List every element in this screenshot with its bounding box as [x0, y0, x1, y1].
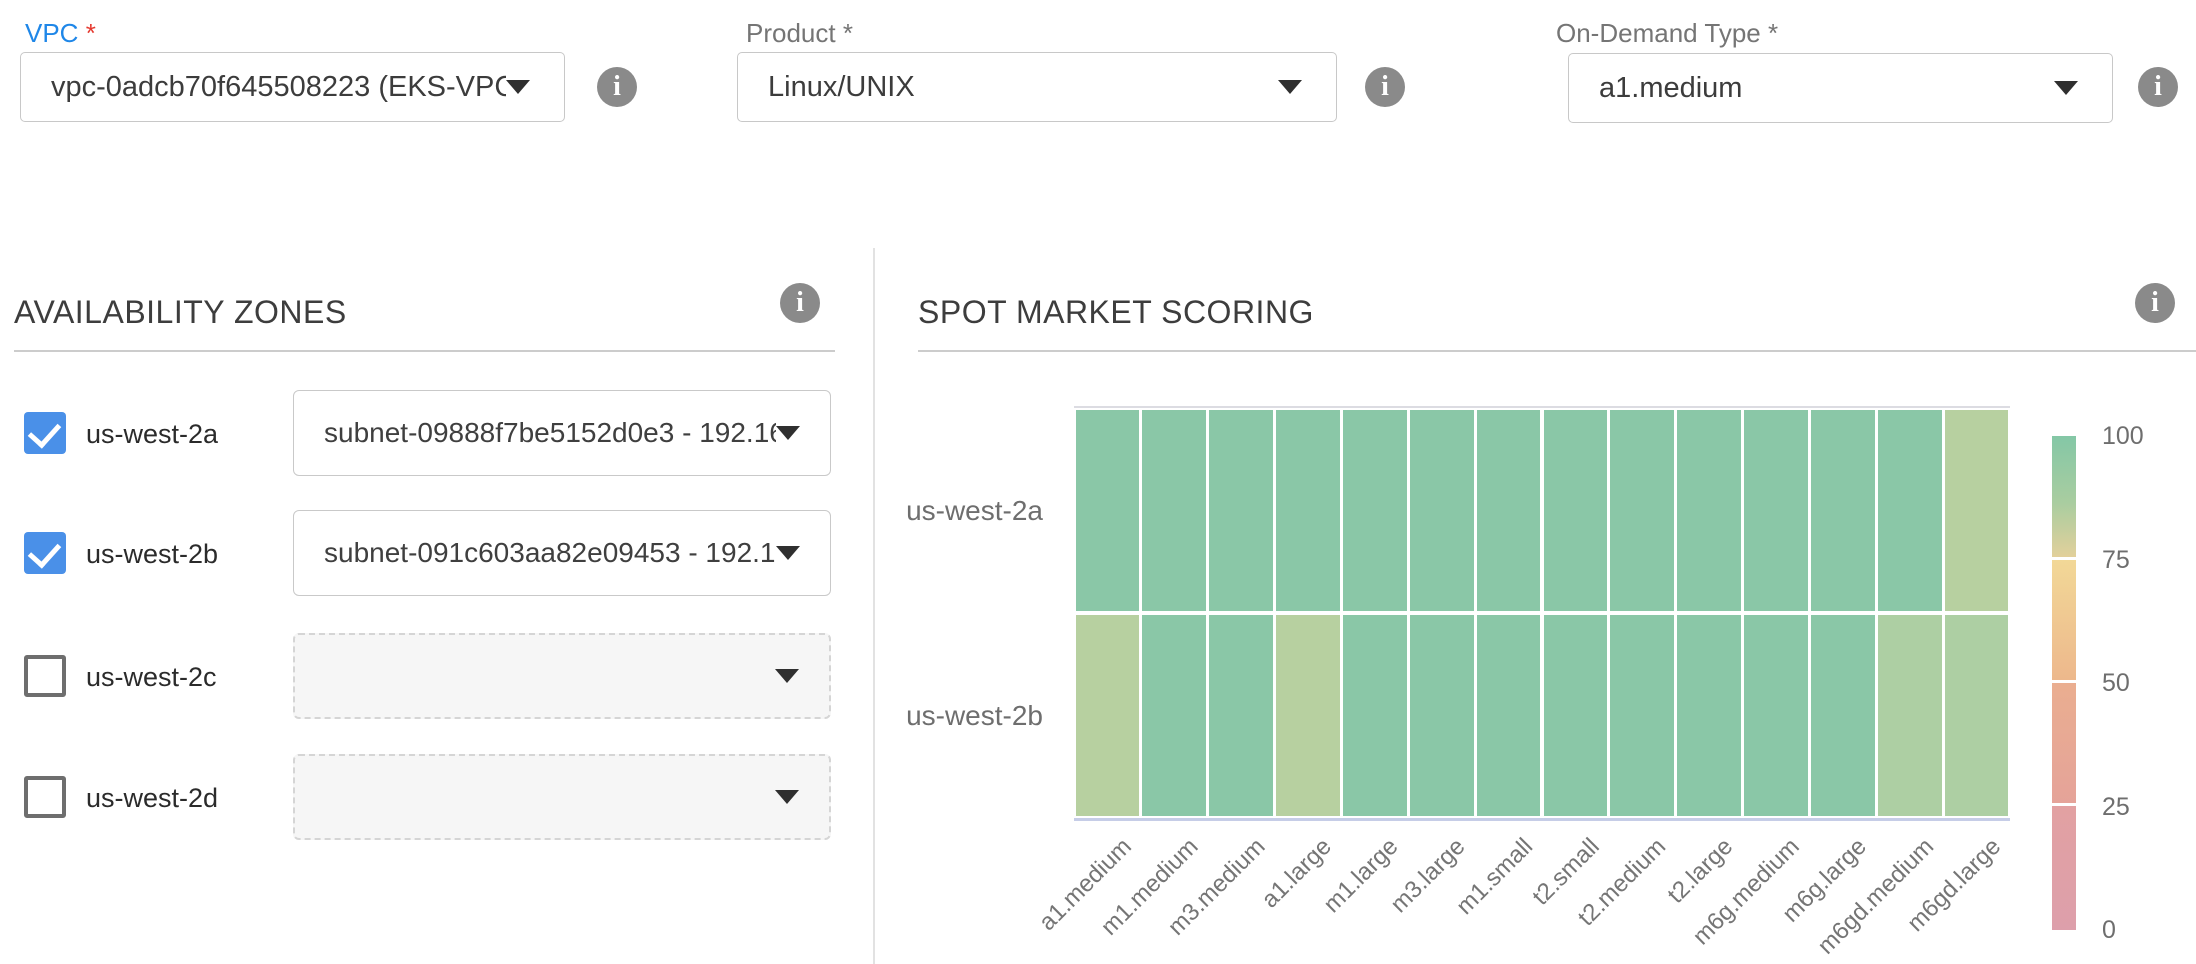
chevron-down-icon [1278, 80, 1302, 94]
chevron-down-icon [775, 669, 799, 683]
chevron-down-icon [2054, 81, 2078, 95]
on-demand-type-dropdown-value: a1.medium [1569, 72, 2054, 105]
heatmap-cell-us-west-2b-m1.small [1477, 615, 1541, 816]
colorbar-segment-50-25 [2052, 683, 2076, 803]
colorbar-tick-50: 50 [2102, 668, 2130, 698]
az-checkbox-us-west-2a[interactable] [24, 412, 66, 454]
heatmap-cell-us-west-2b-m1.medium [1142, 615, 1206, 816]
spot-market-scoring-info-icon[interactable] [2135, 283, 2175, 323]
spot-market-scoring-divider [918, 350, 2196, 352]
vpc-info-icon[interactable] [597, 67, 637, 107]
colorbar-segment-100-75 [2052, 436, 2076, 557]
heatmap-cell-us-west-2b-a1.large [1276, 615, 1340, 816]
product-dropdown[interactable]: Linux/UNIX [737, 52, 1337, 122]
subnet-dropdown-value: subnet-091c603aa82e09453 - 192.168… [294, 537, 776, 569]
heatmap-cell-us-west-2b-a1.medium [1076, 615, 1140, 816]
availability-zones-info-icon[interactable] [780, 283, 820, 323]
product-label: Product * [746, 18, 853, 49]
subnet-dropdown-us-west-2a[interactable]: subnet-09888f7be5152d0e3 - 192.168… [293, 390, 831, 476]
heatmap-cell-us-west-2b-m3.large [1410, 615, 1474, 816]
vpc-dropdown-value: vpc-0adcb70f645508223 (EKS-VPC) [21, 71, 506, 104]
heatmap-cell-us-west-2b-t2.medium [1610, 615, 1674, 816]
heatmap-cell-us-west-2a-m3.medium [1209, 410, 1273, 611]
availability-zones-title: AVAILABILITY ZONES [14, 294, 347, 331]
heatmap-cell-us-west-2a-m1.medium [1142, 410, 1206, 611]
colorbar-tick-0: 0 [2102, 915, 2116, 945]
heatmap-cell-us-west-2a-t2.small [1544, 410, 1608, 611]
subnet-dropdown-value: subnet-09888f7be5152d0e3 - 192.168… [294, 417, 776, 449]
heatmap-cell-us-west-2b-m1.large [1343, 615, 1407, 816]
colorbar-tick-75: 75 [2102, 545, 2130, 575]
on-demand-type-label: On-Demand Type * [1556, 18, 1778, 49]
az-zone-label: us-west-2d [86, 783, 218, 814]
heatmap-cell-us-west-2b-m6g.medium [1744, 615, 1808, 816]
section-divider [873, 248, 875, 964]
heatmap-cell-us-west-2a-m6gd.medium [1878, 410, 1942, 611]
product-dropdown-value: Linux/UNIX [738, 71, 1278, 104]
spot-market-scoring-title: SPOT MARKET SCORING [918, 294, 1314, 331]
az-checkbox-us-west-2c[interactable] [24, 655, 66, 697]
heatmap-row-label-us-west-2b: us-west-2b [906, 700, 1043, 732]
heatmap-cell-us-west-2a-m1.large [1343, 410, 1407, 611]
heatmap-cell-us-west-2a-a1.large [1276, 410, 1340, 611]
colorbar-tick-25: 25 [2102, 792, 2130, 822]
heatmap-cell-us-west-2b-m6gd.large [1945, 615, 2009, 816]
heatmap-cell-us-west-2a-m6g.large [1811, 410, 1875, 611]
on-demand-type-info-icon[interactable] [2138, 67, 2178, 107]
az-checkbox-us-west-2d[interactable] [24, 776, 66, 818]
heatmap-cell-us-west-2b-t2.large [1677, 615, 1741, 816]
az-zone-label: us-west-2c [86, 662, 217, 693]
az-zone-label: us-west-2b [86, 539, 218, 570]
subnet-dropdown-us-west-2d[interactable] [293, 754, 831, 840]
az-zone-label: us-west-2a [86, 419, 218, 450]
heatmap-cell-us-west-2a-m1.small [1477, 410, 1541, 611]
heatmap-cell-us-west-2a-m6g.medium [1744, 410, 1808, 611]
colorbar-tick-100: 100 [2102, 421, 2144, 451]
heatmap-column-label-m6gd.medium: m6gd.medium [1812, 833, 1939, 960]
chevron-down-icon [776, 426, 800, 440]
heatmap-cell-us-west-2b-m6g.large [1811, 615, 1875, 816]
heatmap-cell-us-west-2b-m3.medium [1209, 615, 1273, 816]
colorbar-segment-75-50 [2052, 560, 2076, 680]
availability-zones-divider [14, 350, 835, 352]
subnet-dropdown-us-west-2c[interactable] [293, 633, 831, 719]
heatmap-cell-us-west-2a-t2.medium [1610, 410, 1674, 611]
heatmap-cell-us-west-2b-m6gd.medium [1878, 615, 1942, 816]
product-info-icon[interactable] [1365, 67, 1405, 107]
vpc-label: VPC * [25, 18, 96, 49]
on-demand-type-dropdown[interactable]: a1.medium [1568, 53, 2113, 123]
chevron-down-icon [776, 546, 800, 560]
colorbar-segment-25-0 [2052, 806, 2076, 930]
chevron-down-icon [506, 80, 530, 94]
spot-score-heatmap [1074, 408, 2010, 818]
az-checkbox-us-west-2b[interactable] [24, 532, 66, 574]
heatmap-cell-us-west-2a-a1.medium [1076, 410, 1140, 611]
heatmap-bottom-axis-line [1074, 818, 2010, 821]
heatmap-cell-us-west-2b-t2.small [1544, 615, 1608, 816]
heatmap-row-label-us-west-2a: us-west-2a [906, 495, 1043, 527]
chevron-down-icon [775, 790, 799, 804]
heatmap-cell-us-west-2a-t2.large [1677, 410, 1741, 611]
heatmap-cell-us-west-2a-m3.large [1410, 410, 1474, 611]
heatmap-cell-us-west-2a-m6gd.large [1945, 410, 2009, 611]
subnet-dropdown-us-west-2b[interactable]: subnet-091c603aa82e09453 - 192.168… [293, 510, 831, 596]
vpc-dropdown[interactable]: vpc-0adcb70f645508223 (EKS-VPC) [20, 52, 565, 122]
